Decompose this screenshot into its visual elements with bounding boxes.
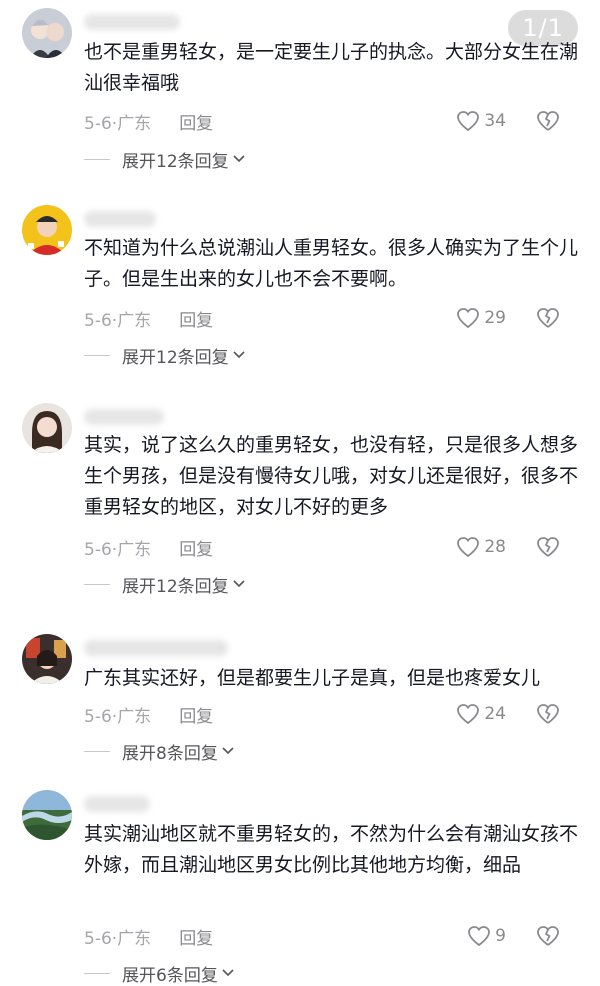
heart-icon xyxy=(457,704,480,725)
expand-replies[interactable]: 展开12条回复 xyxy=(84,147,245,172)
like-button[interactable]: 28 xyxy=(456,534,506,560)
divider xyxy=(84,583,110,585)
comment-text: 也不是重男轻女，是一定要生儿子的执念。大部分女生在潮汕很幸福哦 xyxy=(84,41,579,94)
broken-heart-icon xyxy=(537,308,559,328)
expand-replies[interactable]: 展开6条回复 xyxy=(84,961,234,986)
comment-text: 其实，说了这么久的重男轻女，也没有轻，只是很多人想多生个男孩，但是没有慢待女儿哦… xyxy=(84,434,579,518)
avatar[interactable] xyxy=(22,634,72,684)
like-count: 29 xyxy=(484,308,506,328)
dislike-button[interactable] xyxy=(536,923,560,949)
comment-time: 5-6·广东 xyxy=(84,113,152,134)
dislike-button[interactable] xyxy=(536,305,560,331)
comment-time: 5-6·广东 xyxy=(84,928,152,949)
heart-icon xyxy=(468,926,491,947)
dislike-button[interactable] xyxy=(536,701,560,727)
like-count: 9 xyxy=(495,926,506,946)
divider xyxy=(84,158,110,160)
comment-meta: 5-6·广东 回复 24 xyxy=(84,701,584,727)
divider xyxy=(84,750,110,752)
chevron-down-icon xyxy=(222,747,234,755)
chevron-down-icon xyxy=(233,351,245,359)
reply-button[interactable]: 回复 xyxy=(179,306,213,331)
avatar[interactable] xyxy=(22,205,72,255)
broken-heart-icon xyxy=(537,111,559,131)
broken-heart-icon xyxy=(537,704,559,724)
like-count: 34 xyxy=(484,111,506,131)
chevron-down-icon xyxy=(222,969,234,977)
reply-button[interactable]: 回复 xyxy=(179,702,213,727)
comment-meta: 5-6·广东 回复 29 xyxy=(84,305,584,331)
heart-icon xyxy=(457,308,480,329)
username[interactable] xyxy=(84,640,228,656)
comment-time: 5-6·广东 xyxy=(84,310,152,331)
reply-button[interactable]: 回复 xyxy=(179,109,213,134)
chevron-down-icon xyxy=(233,580,245,588)
comment-time: 5-6·广东 xyxy=(84,539,152,560)
comment-meta: 5-6·广东 回复 9 xyxy=(84,923,584,949)
like-button[interactable]: 9 xyxy=(467,923,506,949)
comment-meta: 5-6·广东 回复 34 xyxy=(84,108,584,134)
reply-button[interactable]: 回复 xyxy=(179,924,213,949)
like-count: 28 xyxy=(484,537,506,557)
expand-replies[interactable]: 展开12条回复 xyxy=(84,572,245,597)
comment-meta: 5-6·广东 回复 28 xyxy=(84,534,584,560)
broken-heart-icon xyxy=(537,926,559,946)
like-count: 24 xyxy=(484,704,506,724)
heart-icon xyxy=(457,537,480,558)
avatar[interactable] xyxy=(22,790,72,840)
like-button[interactable]: 24 xyxy=(456,701,506,727)
dislike-button[interactable] xyxy=(536,534,560,560)
comment-text: 不知道为什么总说潮汕人重男轻女。很多人确实为了生个儿子。但是生出来的女儿也不会不… xyxy=(84,237,579,290)
avatar[interactable] xyxy=(22,8,72,58)
dislike-button[interactable] xyxy=(536,108,560,134)
broken-heart-icon xyxy=(537,537,559,557)
username[interactable] xyxy=(84,14,180,30)
heart-icon xyxy=(457,111,480,132)
divider xyxy=(84,354,110,356)
reply-button[interactable]: 回复 xyxy=(179,535,213,560)
expand-replies[interactable]: 展开12条回复 xyxy=(84,343,245,368)
comment-time: 5-6·广东 xyxy=(84,706,152,727)
like-button[interactable]: 29 xyxy=(456,305,506,331)
like-button[interactable]: 34 xyxy=(456,108,506,134)
username[interactable] xyxy=(84,409,164,425)
comment-text: 广东其实还好，但是都要生儿子是真，但是也疼爱女儿 xyxy=(84,667,541,689)
divider xyxy=(84,972,110,974)
username[interactable] xyxy=(84,796,150,812)
avatar[interactable] xyxy=(22,403,72,453)
expand-replies[interactable]: 展开8条回复 xyxy=(84,739,234,764)
chevron-down-icon xyxy=(233,155,245,163)
username[interactable] xyxy=(84,211,156,227)
comment-text: 其实潮汕地区就不重男轻女的，不然为什么会有潮汕女孩不外嫁，而且潮汕地区男女比例比… xyxy=(84,823,579,876)
